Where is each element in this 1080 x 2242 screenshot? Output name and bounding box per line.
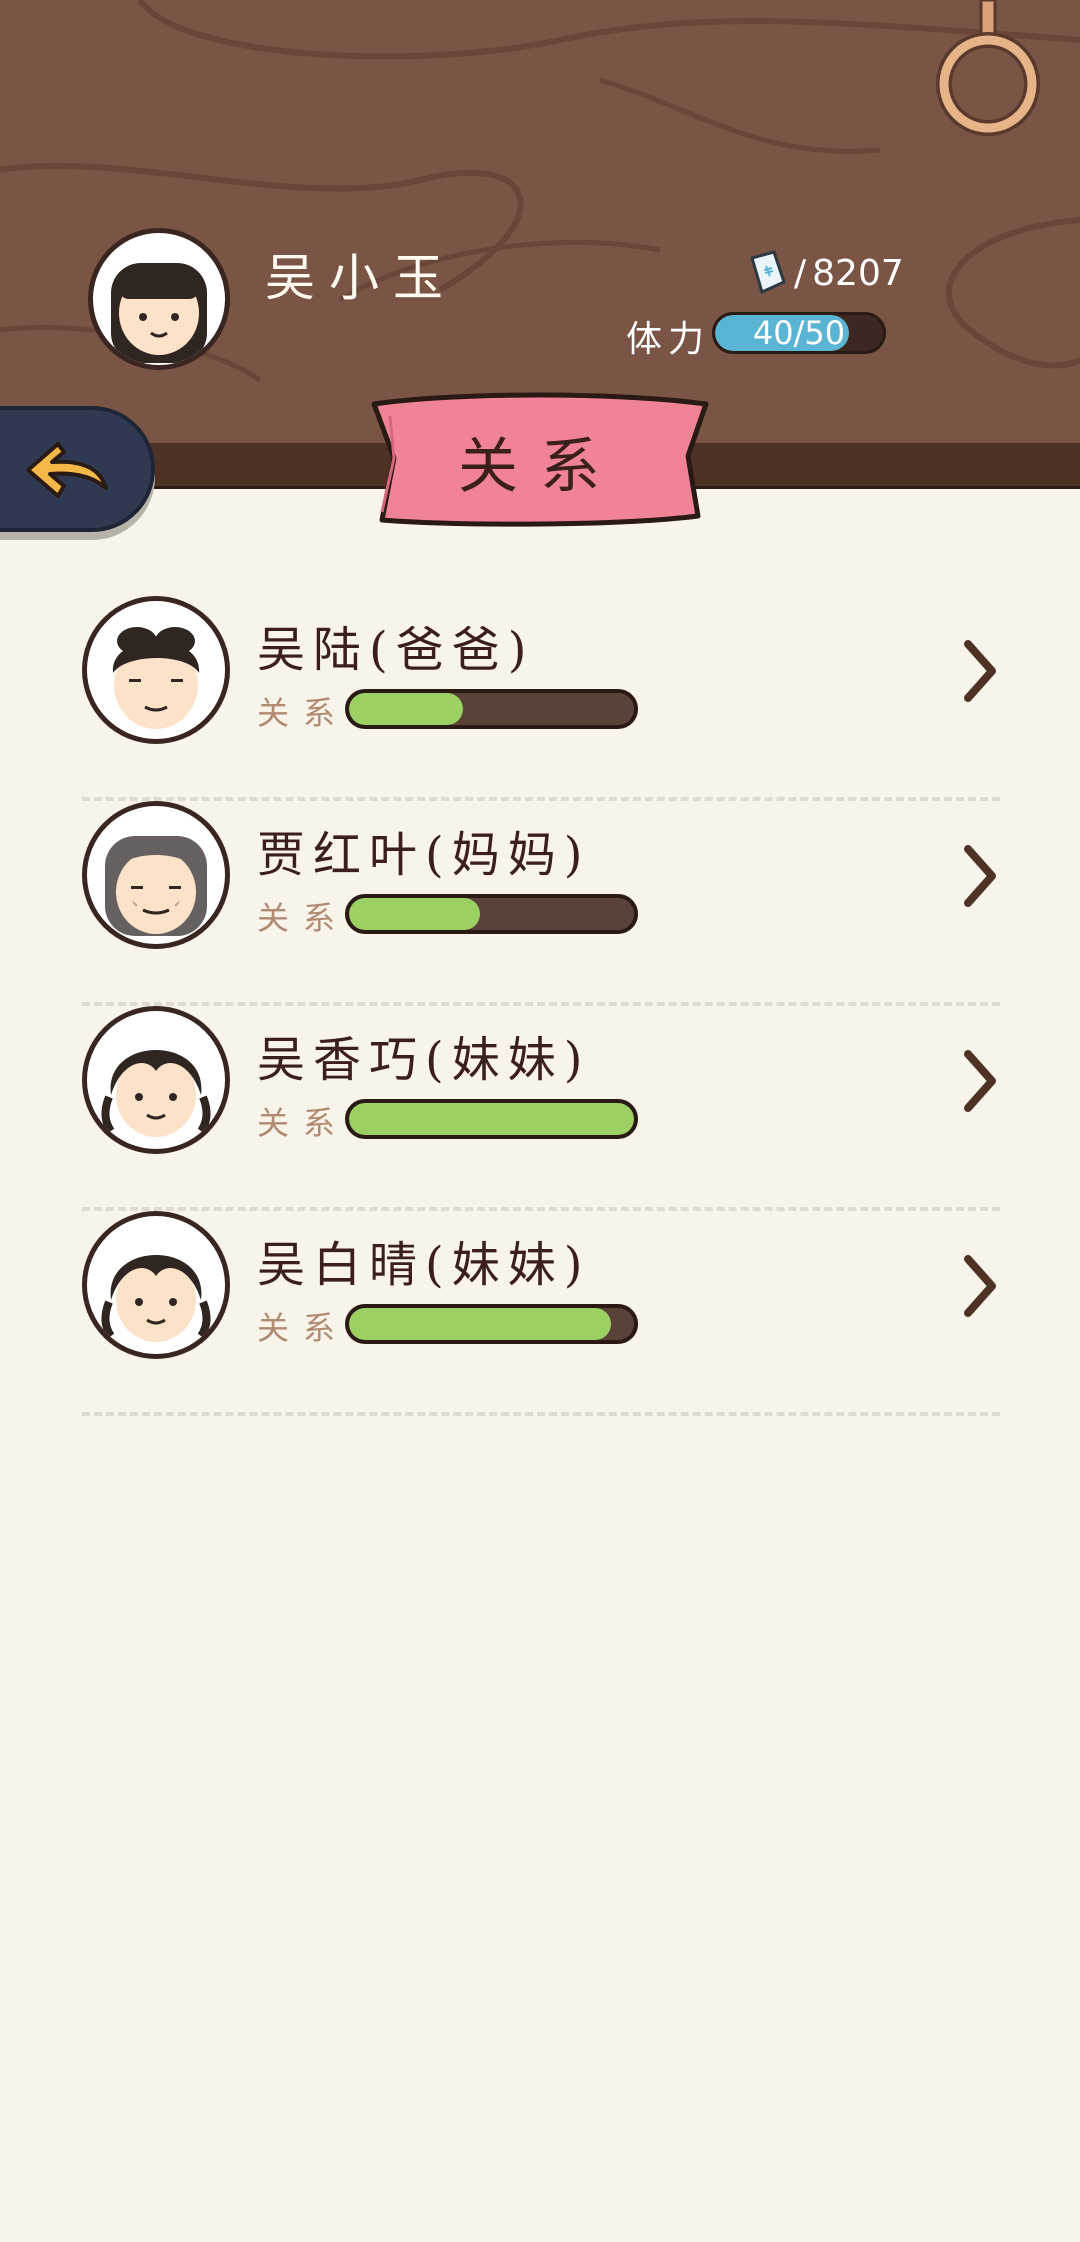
relation-name: 贾红叶(妈妈) bbox=[257, 827, 591, 883]
relation-name: 吴香巧(妹妹) bbox=[257, 1032, 591, 1088]
relation-list: 吴陆(爸爸) 关系 贾红叶(妈妈) 关系 吴香巧(妹妹) 关系 吴白晴(妹妹) … bbox=[80, 596, 1000, 1416]
banknote-icon bbox=[750, 250, 786, 294]
relation-bar bbox=[345, 1304, 638, 1344]
page-title: 关系 bbox=[458, 432, 622, 502]
mother-avatar-icon bbox=[105, 836, 207, 936]
back-arrow-icon bbox=[26, 442, 108, 498]
player-avatar-face-icon bbox=[111, 263, 207, 363]
relation-label: 关系 bbox=[257, 1309, 350, 1347]
relation-bar bbox=[345, 689, 638, 729]
money-prefix: / bbox=[794, 252, 807, 294]
relation-row[interactable]: 吴香巧(妹妹) 关系 bbox=[80, 1006, 1000, 1211]
money-display: / 8207 bbox=[748, 248, 904, 298]
stamina-text: 40/50 bbox=[752, 314, 846, 352]
relation-name: 吴陆(爸爸) bbox=[257, 622, 535, 678]
relation-name: 吴白晴(妹妹) bbox=[257, 1237, 591, 1293]
back-button[interactable] bbox=[0, 406, 155, 532]
sister-avatar-icon bbox=[101, 1255, 211, 1342]
relation-avatar bbox=[82, 1211, 230, 1359]
relation-bar bbox=[345, 894, 638, 934]
chevron-right-icon[interactable] bbox=[960, 1251, 1000, 1321]
wood-grain bbox=[0, 0, 1080, 383]
relation-bar bbox=[345, 1099, 638, 1139]
chevron-right-icon[interactable] bbox=[960, 841, 1000, 911]
sister-avatar-icon bbox=[101, 1050, 211, 1137]
father-avatar-icon bbox=[112, 627, 200, 729]
relation-avatar bbox=[82, 801, 230, 949]
relation-avatar bbox=[82, 596, 230, 744]
chevron-right-icon[interactable] bbox=[960, 636, 1000, 706]
relation-fill bbox=[349, 898, 481, 930]
row-divider bbox=[82, 1412, 1000, 1416]
player-name: 吴小玉 bbox=[265, 249, 457, 307]
relation-fill bbox=[349, 693, 463, 725]
wood-header bbox=[0, 0, 1080, 450]
relation-label: 关系 bbox=[257, 1104, 350, 1142]
stamina-bar: 40/50 bbox=[712, 312, 886, 354]
relation-row[interactable]: 吴白晴(妹妹) 关系 bbox=[80, 1211, 1000, 1416]
relation-label: 关系 bbox=[257, 694, 350, 732]
relation-row[interactable]: 贾红叶(妈妈) 关系 bbox=[80, 801, 1000, 1006]
relation-fill bbox=[349, 1308, 612, 1340]
relation-label: 关系 bbox=[257, 899, 350, 937]
stamina-label: 体力 bbox=[626, 319, 711, 360]
pull-ring-icon[interactable] bbox=[928, 0, 1048, 150]
money-value: 8207 bbox=[812, 252, 904, 294]
relation-row[interactable]: 吴陆(爸爸) 关系 bbox=[80, 596, 1000, 801]
player-avatar[interactable] bbox=[88, 228, 230, 370]
chevron-right-icon[interactable] bbox=[960, 1046, 1000, 1116]
relation-fill bbox=[349, 1103, 634, 1135]
relation-avatar bbox=[82, 1006, 230, 1154]
